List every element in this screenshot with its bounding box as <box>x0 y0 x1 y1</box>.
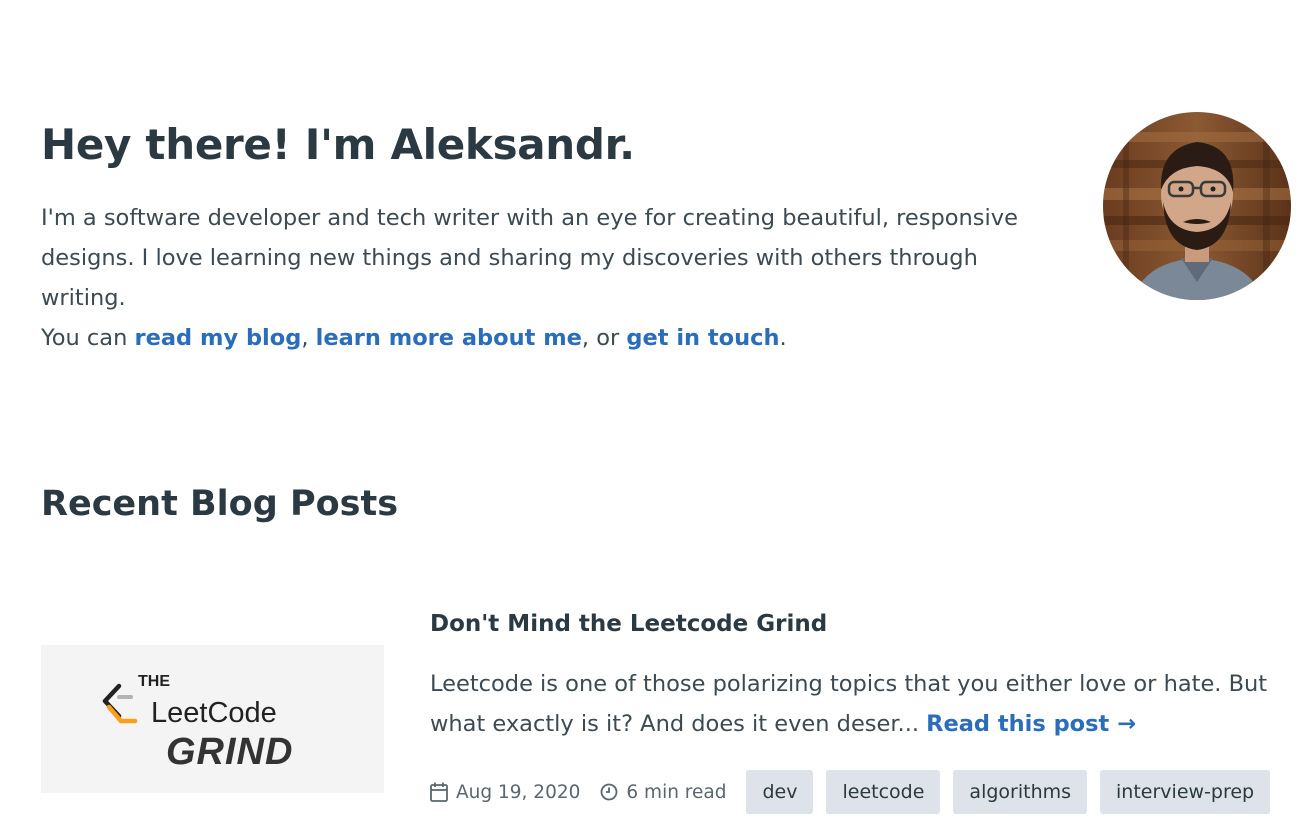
tag-leetcode[interactable]: leetcode <box>826 770 941 814</box>
hero-heading: Hey there! I'm Aleksandr. <box>41 120 635 169</box>
calendar-icon <box>430 782 448 802</box>
leetcode-grind-logo: THE LeetCode GRIND <box>102 673 293 773</box>
read-post-link[interactable]: Read this post → <box>926 711 1136 737</box>
clock-icon <box>600 783 618 801</box>
post-title[interactable]: Don't Mind the Leetcode Grind <box>430 600 1270 648</box>
blog-post-card: THE LeetCode GRIND Don't Mind the Leetco… <box>41 600 1271 830</box>
post-read-time: 6 min read <box>600 782 726 803</box>
intro-sep-2: , or <box>581 325 627 351</box>
post-excerpt-text: Leetcode is one of those polarizing topi… <box>430 671 1268 737</box>
about-me-link[interactable]: learn more about me <box>316 325 582 351</box>
contact-link[interactable]: get in touch <box>626 325 779 351</box>
hero-intro: I'm a software developer and tech writer… <box>41 198 1051 358</box>
read-blog-link[interactable]: read my blog <box>135 325 302 351</box>
post-meta: Aug 19, 2020 6 min read dev leetcode alg… <box>430 770 1283 814</box>
post-thumbnail[interactable]: THE LeetCode GRIND <box>41 645 384 793</box>
avatar-image <box>1103 112 1291 300</box>
recent-posts-heading: Recent Blog Posts <box>41 484 399 524</box>
avatar <box>1103 112 1291 300</box>
intro-prefix: You can <box>41 325 135 351</box>
post-date-text: Aug 19, 2020 <box>456 781 581 803</box>
tag-interview-prep[interactable]: interview-prep <box>1100 770 1271 814</box>
post-read-time-text: 6 min read <box>626 781 727 803</box>
intro-sep-1: , <box>301 325 316 351</box>
tag-algorithms[interactable]: algorithms <box>953 770 1088 814</box>
tag-dev[interactable]: dev <box>746 770 814 814</box>
intro-suffix: . <box>779 325 787 351</box>
logo-grind-text: GRIND <box>166 731 293 773</box>
post-date: Aug 19, 2020 <box>430 782 580 803</box>
post-body: Don't Mind the Leetcode Grind Leetcode i… <box>430 600 1271 814</box>
post-excerpt: Leetcode is one of those polarizing topi… <box>430 664 1270 744</box>
page: Hey there! I'm Aleksandr. I'm a software… <box>0 0 1311 838</box>
logo-leetcode-text: LeetCode <box>151 697 277 729</box>
intro-line-1: I'm a software developer and tech writer… <box>41 205 1018 231</box>
intro-line-2: designs. I love learning new things and … <box>41 245 978 311</box>
logo-the-text: THE <box>138 673 170 690</box>
